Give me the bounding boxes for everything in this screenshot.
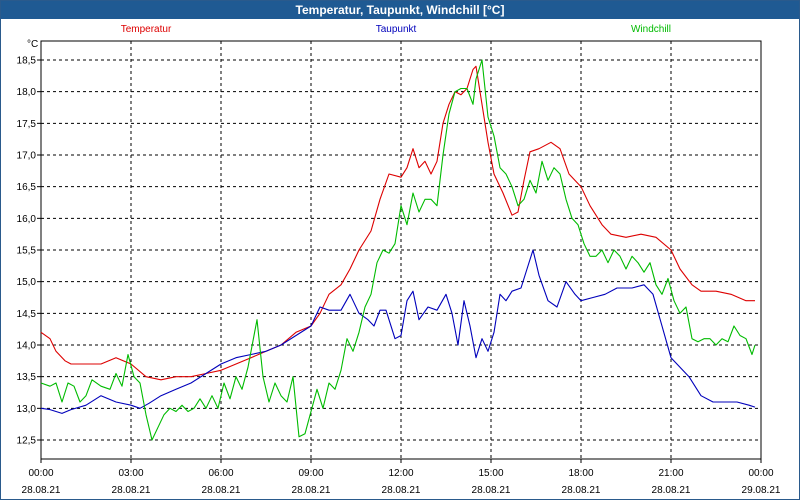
- x-tick-time: 03:00: [118, 468, 143, 479]
- x-tick-date: 28.08.21: [22, 485, 61, 496]
- x-tick-time: 21:00: [658, 468, 683, 479]
- x-tick-date: 28.08.21: [202, 485, 241, 496]
- y-tick-label: 16,0: [17, 214, 37, 225]
- legend-entry-temperatur: Temperatur: [121, 24, 172, 35]
- y-tick-label: 13,5: [17, 372, 37, 383]
- y-tick-label: 16,5: [17, 182, 37, 193]
- legend-entry-taupunkt: Taupunkt: [376, 24, 417, 35]
- y-tick-label: 12,5: [17, 436, 37, 447]
- y-tick-label: 14,0: [17, 341, 37, 352]
- x-tick-date: 28.08.21: [382, 485, 421, 496]
- legend-entry-windchill: Windchill: [631, 24, 671, 35]
- line-chart: 12,5 13,0 13,5 14,0 14,5 15,0 15,5 16,0 16,5 17,0…: [17, 24, 781, 496]
- window-title: Temperatur, Taupunkt, Windchill [°C]: [1, 1, 799, 19]
- y-tick-label: 14,5: [17, 309, 37, 320]
- x-tick-time: 00:00: [748, 468, 773, 479]
- x-tick-time: 18:00: [568, 468, 593, 479]
- x-tick-date: 28.08.21: [562, 485, 601, 496]
- y-axis: 12,5 13,0 13,5 14,0 14,5 15,0 15,5 16,0 16,5 17,0…: [17, 56, 41, 447]
- x-tick-time: 00:00: [28, 468, 53, 479]
- y-tick-label: 13,0: [17, 404, 37, 415]
- x-tick-date: 28.08.21: [292, 485, 331, 496]
- x-tick-date: 28.08.21: [112, 485, 151, 496]
- x-tick-date: 28.08.21: [472, 485, 511, 496]
- x-tick-time: 15:00: [478, 468, 503, 479]
- x-tick-date: 28.08.21: [652, 485, 691, 496]
- x-tick-date: 29.08.21: [742, 485, 781, 496]
- legend: Temperatur Taupunkt Windchill: [121, 24, 671, 35]
- chart-window: Temperatur, Taupunkt, Windchill [°C] 12,…: [0, 0, 800, 500]
- x-axis: 00:00 28.08.21 03:00 28.08.21 06:00 28.08.21 0…: [22, 459, 781, 496]
- y-tick-label: 17,5: [17, 119, 37, 130]
- y-tick-label: 17,0: [17, 151, 37, 162]
- x-tick-time: 12:00: [388, 468, 413, 479]
- y-tick-label: 15,0: [17, 277, 37, 288]
- y-tick-label: 15,5: [17, 246, 37, 257]
- y-axis-unit: °C: [27, 39, 38, 50]
- x-tick-time: 06:00: [208, 468, 233, 479]
- y-tick-label: 18,5: [17, 56, 37, 67]
- x-tick-time: 09:00: [298, 468, 323, 479]
- y-tick-label: 18,0: [17, 87, 37, 98]
